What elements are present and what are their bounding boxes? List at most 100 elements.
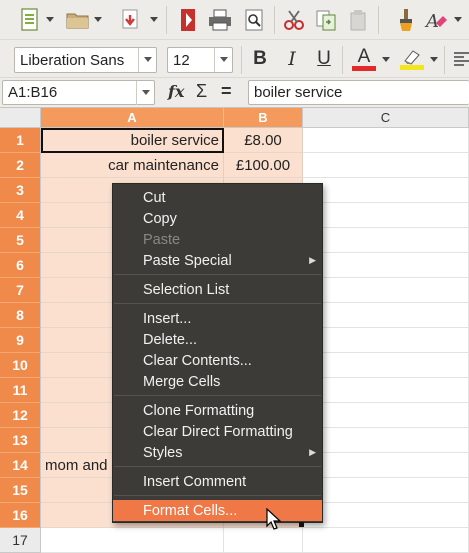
open-dropdown-arrow-icon[interactable] [92,6,104,34]
column-header-a[interactable]: A [41,108,224,128]
menu-item-insert[interactable]: Insert... [113,308,322,329]
menu-item-format-cells[interactable]: Format Cells... [113,500,322,521]
menu-item-insert-comment[interactable]: Insert Comment [113,471,322,492]
menu-item-clear-direct-formatting[interactable]: Clear Direct Formatting [113,421,322,442]
print-icon[interactable] [206,6,234,34]
save-icon[interactable] [116,6,144,34]
font-color-button[interactable]: A [350,45,378,73]
menu-label-cut: Cut [143,189,166,206]
save-dropdown-arrow-icon[interactable] [148,6,160,34]
clone-formatting-brush-icon[interactable] [392,6,420,34]
row-header[interactable]: 16 [0,503,41,528]
cell-c[interactable] [303,128,469,153]
formula-equals-icon[interactable]: = [221,81,232,102]
row-header[interactable]: 14 [0,453,41,478]
underline-button[interactable]: U [310,45,338,73]
cell-c[interactable] [303,278,469,303]
menu-separator [114,395,321,396]
menu-separator [114,495,321,496]
mouse-cursor-icon [266,507,282,533]
print-preview-icon[interactable] [240,6,268,34]
font-name-dropdown-icon[interactable] [138,48,156,72]
formula-input[interactable]: boiler service [248,80,469,105]
font-size-value: 12 [173,51,190,69]
menu-label-format-cells: Format Cells... [143,502,238,519]
highlighting-color-button[interactable] [398,45,426,73]
row-header[interactable]: 17 [0,528,41,553]
menu-item-merge-cells[interactable]: Merge Cells [113,371,322,392]
more-toolbar-arrow-icon[interactable] [452,6,464,34]
menu-item-paste: Paste [113,229,322,250]
align-left-icon[interactable] [448,45,469,73]
menu-item-delete[interactable]: Delete... [113,329,322,350]
row-header[interactable]: 3 [0,178,41,203]
row-header[interactable]: 7 [0,278,41,303]
column-header-c[interactable]: C [303,108,469,128]
font-name-box[interactable]: Liberation Sans [14,47,157,73]
cut-scissors-icon[interactable] [280,6,308,34]
row-header[interactable]: 5 [0,228,41,253]
cell-c[interactable] [303,503,469,528]
cell-c[interactable] [303,478,469,503]
highlight-color-dropdown-icon[interactable] [428,46,440,74]
paste-icon [344,6,372,34]
font-size-box[interactable]: 12 [167,47,233,73]
italic-button[interactable]: I [278,45,306,73]
cell-c[interactable] [303,528,469,553]
clear-formatting-icon[interactable]: A [422,6,450,34]
cell-b[interactable] [224,528,303,553]
copy-icon[interactable] [312,6,340,34]
row-header[interactable]: 6 [0,253,41,278]
menu-item-selection-list[interactable]: Selection List [113,279,322,300]
cell-c[interactable] [303,303,469,328]
cell-c[interactable] [303,403,469,428]
font-size-dropdown-icon[interactable] [214,48,232,72]
row-header[interactable]: 11 [0,378,41,403]
select-all-corner[interactable] [0,108,41,128]
menu-item-styles[interactable]: Styles ▶ [113,442,322,463]
cell-a[interactable] [41,528,224,553]
cell-a[interactable]: car maintenance [41,153,224,178]
cell-c[interactable] [303,228,469,253]
name-box-dropdown-icon[interactable] [136,81,154,105]
menu-item-clone-formatting[interactable]: Clone Formatting [113,400,322,421]
cell-c[interactable] [303,353,469,378]
row-header[interactable]: 8 [0,303,41,328]
export-pdf-icon[interactable] [174,6,202,34]
cell-c[interactable] [303,378,469,403]
svg-text:A: A [424,11,439,31]
cell-c[interactable] [303,153,469,178]
cell-b[interactable]: £100.00 [224,153,303,178]
row-header[interactable]: 2 [0,153,41,178]
row-header[interactable]: 12 [0,403,41,428]
cell-c[interactable] [303,328,469,353]
cell-c[interactable] [303,203,469,228]
name-box-value: A1:B16 [8,84,58,101]
menu-item-clear-contents[interactable]: Clear Contents... [113,350,322,371]
cell-a[interactable]: boiler service [41,128,224,153]
font-color-dropdown-icon[interactable] [380,46,392,74]
row-header[interactable]: 10 [0,353,41,378]
function-wizard-icon[interactable]: fx [168,82,184,101]
open-folder-icon[interactable] [64,6,92,34]
cell-c[interactable] [303,453,469,478]
new-spreadsheet-icon[interactable] [16,6,44,34]
menu-item-copy[interactable]: Copy [113,208,322,229]
sum-icon[interactable]: Σ [196,81,207,102]
fill-handle[interactable] [299,522,304,527]
cell-b[interactable]: £8.00 [224,128,303,153]
row-header[interactable]: 15 [0,478,41,503]
cell-c[interactable] [303,428,469,453]
row-header[interactable]: 9 [0,328,41,353]
menu-item-cut[interactable]: Cut [113,187,322,208]
row-header[interactable]: 1 [0,128,41,153]
row-header[interactable]: 13 [0,428,41,453]
menu-item-paste-special[interactable]: Paste Special ▶ [113,250,322,271]
name-box[interactable]: A1:B16 [2,80,155,105]
cell-c[interactable] [303,253,469,278]
new-dropdown-arrow-icon[interactable] [44,6,56,34]
bold-button[interactable]: B [246,45,274,73]
column-header-b[interactable]: B [224,108,303,128]
cell-c[interactable] [303,178,469,203]
row-header[interactable]: 4 [0,203,41,228]
